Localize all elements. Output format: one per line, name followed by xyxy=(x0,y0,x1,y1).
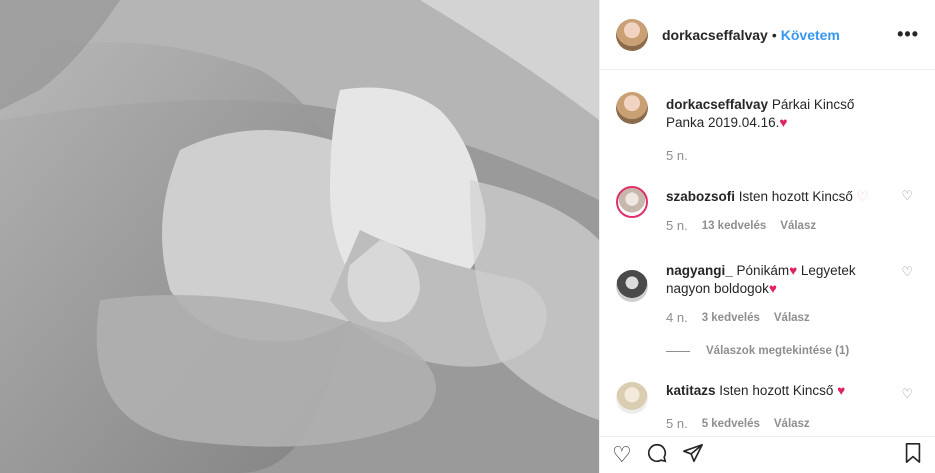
red-heart-icon: ♥ xyxy=(768,281,777,296)
caption-text-block: dorkacseffalvay Párkai Kincső Panka 2019… xyxy=(666,96,891,132)
reply-button[interactable]: Válasz xyxy=(780,220,816,232)
view-replies-button[interactable]: Válaszok megtekintése (1) xyxy=(666,345,849,357)
like-comment-heart-icon[interactable]: ♡ xyxy=(901,188,913,204)
comment-text: Isten hozott Kincső xyxy=(719,383,834,398)
author-avatar[interactable] xyxy=(616,18,648,51)
comment-meta: 5 n. 13 kedvelés Válasz xyxy=(666,218,816,233)
red-heart-icon: ♥ xyxy=(789,263,798,278)
comment-likes[interactable]: 13 kedvelés xyxy=(702,220,767,232)
comment-avatar[interactable] xyxy=(616,382,648,414)
action-bar: ♡ xyxy=(600,436,935,473)
share-icon[interactable] xyxy=(682,442,704,468)
red-heart-icon: ♥ xyxy=(837,383,846,398)
post-photo xyxy=(0,0,599,473)
comment-text-block: szabozsofi Isten hozott Kincső ♡ xyxy=(666,188,891,206)
comment-username[interactable]: szabozsofi xyxy=(666,189,735,204)
comment-text: Isten hozott Kincső xyxy=(738,189,853,204)
red-heart-icon: ♥ xyxy=(779,115,788,130)
comment-meta: 5 n. 5 kedvelés Válasz xyxy=(666,416,810,431)
post-side-panel: dorkacseffalvay • Követem ••• dorkacseff… xyxy=(599,0,935,473)
comment-avatar[interactable] xyxy=(616,186,648,218)
comment-text: Pónikám xyxy=(736,263,790,278)
comment-time[interactable]: 5 n. xyxy=(666,416,688,431)
comment-avatar[interactable] xyxy=(616,270,648,302)
view-replies-label: Válaszok megtekintése (1) xyxy=(706,345,850,357)
caption-time[interactable]: 5 n. xyxy=(666,148,688,163)
photo-illustration xyxy=(0,0,599,473)
comments-list: dorkacseffalvay Párkai Kincső Panka 2019… xyxy=(600,70,935,436)
post-header: dorkacseffalvay • Követem ••• xyxy=(600,0,935,70)
reply-button[interactable]: Válasz xyxy=(774,312,810,324)
replies-divider-line xyxy=(666,350,690,352)
header-separator: • xyxy=(771,26,777,43)
bookmark-icon[interactable] xyxy=(903,442,923,468)
like-heart-icon[interactable]: ♡ xyxy=(612,444,632,466)
heart-emoji-icon: ♡ xyxy=(856,189,869,204)
comment-username[interactable]: katitazs xyxy=(666,383,716,398)
caption-meta: 5 n. xyxy=(666,148,688,163)
comment-likes[interactable]: 3 kedvelés xyxy=(702,312,760,324)
comment-username[interactable]: nagyangi_ xyxy=(666,263,733,278)
comment-time[interactable]: 4 n. xyxy=(666,310,688,325)
like-comment-heart-icon[interactable]: ♡ xyxy=(901,264,913,280)
more-options-icon[interactable]: ••• xyxy=(897,24,919,45)
comment-text-block: nagyangi_ Pónikám♥ Legyetek nagyon boldo… xyxy=(666,262,891,298)
author-username[interactable]: dorkacseffalvay xyxy=(662,27,768,43)
paper-plane-icon xyxy=(682,443,703,463)
comment-text-block: katitazs Isten hozott Kincső ♥ xyxy=(666,382,891,400)
comment-time[interactable]: 5 n. xyxy=(666,218,688,233)
reply-button[interactable]: Válasz xyxy=(774,418,810,430)
caption-avatar[interactable] xyxy=(616,92,648,124)
comment-icon[interactable] xyxy=(646,442,668,468)
like-comment-heart-icon[interactable]: ♡ xyxy=(901,386,913,402)
comment-bubble-icon xyxy=(647,443,667,463)
comment-meta: 4 n. 3 kedvelés Válasz xyxy=(666,310,810,325)
bookmark-glyph-icon xyxy=(905,443,921,463)
caption-username[interactable]: dorkacseffalvay xyxy=(666,97,768,112)
comment-likes[interactable]: 5 kedvelés xyxy=(702,418,760,430)
follow-button[interactable]: Követem xyxy=(781,27,840,43)
